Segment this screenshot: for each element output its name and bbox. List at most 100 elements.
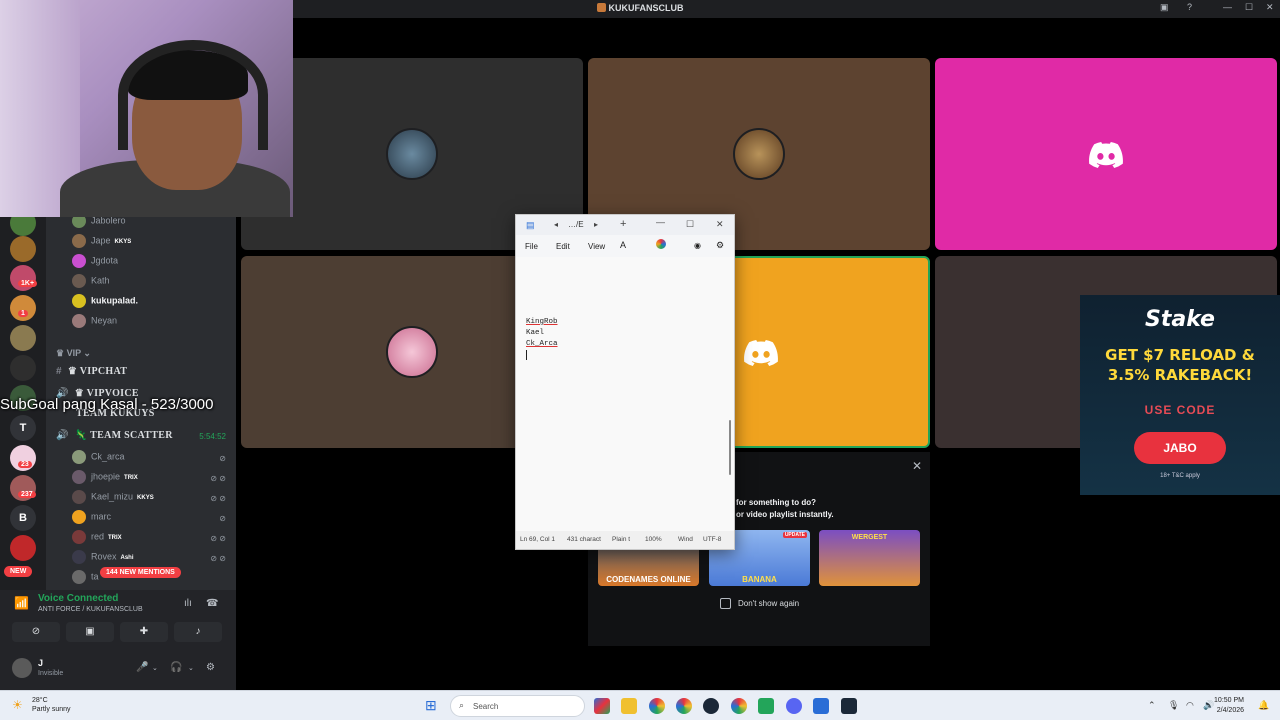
chevron-down-icon[interactable]: ⌄ bbox=[152, 664, 158, 672]
steam-icon[interactable] bbox=[703, 698, 719, 714]
menu-edit[interactable]: Edit bbox=[556, 242, 570, 251]
camera-button[interactable]: ⊘ bbox=[12, 622, 60, 642]
chrome-icon[interactable] bbox=[676, 698, 692, 714]
avatar bbox=[72, 530, 86, 544]
member-tag: KKYS bbox=[114, 239, 132, 246]
weather-widget[interactable]: 28°C Partly sunny bbox=[32, 696, 71, 714]
server-icon-letter[interactable]: B bbox=[10, 505, 36, 531]
tab-next-icon[interactable]: ▸ bbox=[594, 220, 598, 229]
voice-member[interactable]: Jape KKYS bbox=[72, 234, 131, 250]
channel-vipchat[interactable]: # ♛ VIPCHAT bbox=[56, 366, 127, 377]
member-name: Jgdota bbox=[91, 255, 119, 266]
menu-file[interactable]: File bbox=[525, 242, 538, 251]
server-icon[interactable] bbox=[10, 265, 36, 291]
close-button[interactable]: ✕ bbox=[716, 219, 724, 230]
window-title-text: KUKUFANSCLUB bbox=[608, 3, 684, 13]
vertical-scrollbar[interactable] bbox=[729, 420, 731, 475]
voice-member[interactable]: Ck_arca bbox=[72, 450, 125, 466]
close-icon[interactable]: ✕ bbox=[912, 459, 922, 473]
member-name: marc bbox=[91, 511, 111, 522]
voice-member[interactable]: kukupalad. bbox=[72, 294, 138, 310]
status-format: Plain t bbox=[612, 536, 631, 543]
noise-suppression-icon[interactable]: ılı bbox=[184, 598, 192, 609]
activities-icon: ✚ bbox=[139, 626, 149, 637]
notepad-text-area[interactable]: KingRob Kael Ck_Arca bbox=[526, 317, 558, 360]
settings-gear-icon[interactable]: ⚙ bbox=[716, 240, 724, 251]
soundboard-button[interactable]: ♪ bbox=[174, 622, 222, 642]
maximize-button[interactable]: ☐ bbox=[1245, 2, 1253, 13]
game-card-wergest[interactable]: WERGEST bbox=[819, 530, 920, 586]
settings-gear-icon[interactable]: ⚙ bbox=[206, 662, 215, 673]
notepad-icon[interactable] bbox=[813, 698, 829, 714]
copilot-icon[interactable] bbox=[656, 239, 666, 249]
server-badge: 23 bbox=[18, 461, 32, 468]
server-icon[interactable] bbox=[10, 236, 36, 262]
voice-member[interactable]: Kael_mizu KKYS bbox=[72, 490, 154, 506]
wifi-icon[interactable]: ◠ bbox=[1186, 700, 1194, 711]
copilot-icon[interactable] bbox=[594, 698, 610, 714]
server-icon[interactable] bbox=[10, 355, 36, 381]
server-icon[interactable] bbox=[10, 325, 36, 351]
app-icon[interactable] bbox=[841, 698, 857, 714]
account-icon[interactable]: ◉ bbox=[694, 241, 701, 250]
voice-member[interactable]: jhoepie TRIX bbox=[72, 470, 138, 486]
category-vip[interactable]: ♛ VIP ⌄ bbox=[56, 348, 91, 359]
tray-chevron-icon[interactable]: ⌃ bbox=[1148, 700, 1156, 711]
disconnect-icon[interactable]: ☎ bbox=[206, 598, 218, 609]
volume-icon[interactable]: 🔊 bbox=[1203, 700, 1214, 711]
participant-avatar bbox=[386, 128, 438, 180]
voice-member[interactable]: Neyan bbox=[72, 314, 117, 330]
new-servers-pill[interactable]: NEW bbox=[4, 566, 33, 577]
voice-member[interactable]: Jgdota bbox=[72, 254, 118, 270]
app-icon[interactable] bbox=[758, 698, 774, 714]
voice-status: Voice Connected bbox=[38, 593, 119, 604]
voice-member[interactable]: red TRIX bbox=[72, 530, 122, 546]
voice-member[interactable]: Rovex Ashi bbox=[72, 550, 134, 566]
avatar bbox=[72, 570, 86, 584]
screen-share-icon[interactable]: ▣ bbox=[1160, 2, 1169, 13]
new-tab-icon[interactable]: + bbox=[620, 218, 626, 230]
channel-team-scatter[interactable]: 🔊 🦎 TEAM SCATTER bbox=[56, 430, 173, 441]
font-size-icon[interactable]: A bbox=[620, 240, 626, 250]
menu-view[interactable]: View bbox=[588, 242, 605, 251]
member-name: Ck_arca bbox=[91, 451, 125, 462]
file-explorer-icon[interactable] bbox=[621, 698, 637, 714]
streamer-webcam bbox=[0, 0, 293, 217]
notifications-bell-icon[interactable]: 🔔 bbox=[1258, 700, 1269, 711]
status-chars: 431 charact bbox=[567, 536, 601, 543]
server-icon-letter[interactable]: T bbox=[10, 415, 36, 441]
mute-icon: ⊘ bbox=[219, 514, 226, 523]
microphone-icon[interactable]: 🎙 bbox=[1168, 700, 1179, 711]
maximize-button[interactable]: ☐ bbox=[686, 219, 694, 230]
help-icon[interactable]: ? bbox=[1187, 2, 1192, 12]
microphone-icon[interactable]: 🎤 bbox=[136, 662, 148, 673]
start-button[interactable]: ⊞ bbox=[425, 697, 437, 714]
screen-share-button[interactable]: ▣ bbox=[66, 622, 114, 642]
taskbar-clock[interactable]: 10:50 PM 2/4/2026 bbox=[1214, 696, 1244, 716]
voice-member[interactable]: ta bbox=[72, 570, 99, 586]
minimize-button[interactable]: — bbox=[1223, 2, 1232, 12]
server-icon[interactable] bbox=[10, 295, 36, 321]
tab-prev-icon[interactable]: ◂ bbox=[554, 220, 558, 229]
close-button[interactable]: ✕ bbox=[1266, 2, 1274, 13]
signal-icon[interactable]: 📶 bbox=[14, 596, 29, 610]
voice-member[interactable]: marc bbox=[72, 510, 111, 526]
notepad-window[interactable]: ▤ ◂ …/E ▸ + — ☐ ✕ File Edit View A ◉ ⚙ K… bbox=[515, 214, 735, 550]
dont-show-checkbox[interactable] bbox=[720, 598, 731, 609]
minimize-button[interactable]: — bbox=[656, 217, 665, 227]
chrome-icon[interactable] bbox=[731, 698, 747, 714]
server-icon[interactable] bbox=[10, 535, 36, 561]
avatar[interactable] bbox=[12, 658, 32, 678]
chrome-icon[interactable] bbox=[649, 698, 665, 714]
activities-button[interactable]: ✚ bbox=[120, 622, 168, 642]
headphones-icon[interactable]: 🎧 bbox=[170, 662, 182, 673]
video-tile-3[interactable] bbox=[935, 58, 1277, 250]
taskbar-search[interactable]: ⌕ Search bbox=[450, 695, 585, 717]
notepad-tab[interactable]: …/E bbox=[568, 220, 584, 229]
chevron-down-icon[interactable]: ⌄ bbox=[188, 664, 194, 672]
discord-icon[interactable] bbox=[786, 698, 802, 714]
status-eol: Wind bbox=[678, 536, 693, 543]
weather-icon[interactable]: ☀ bbox=[12, 698, 23, 712]
voice-member[interactable]: Kath bbox=[72, 274, 110, 290]
new-mentions-pill[interactable]: 144 NEW MENTIONS bbox=[100, 567, 181, 578]
